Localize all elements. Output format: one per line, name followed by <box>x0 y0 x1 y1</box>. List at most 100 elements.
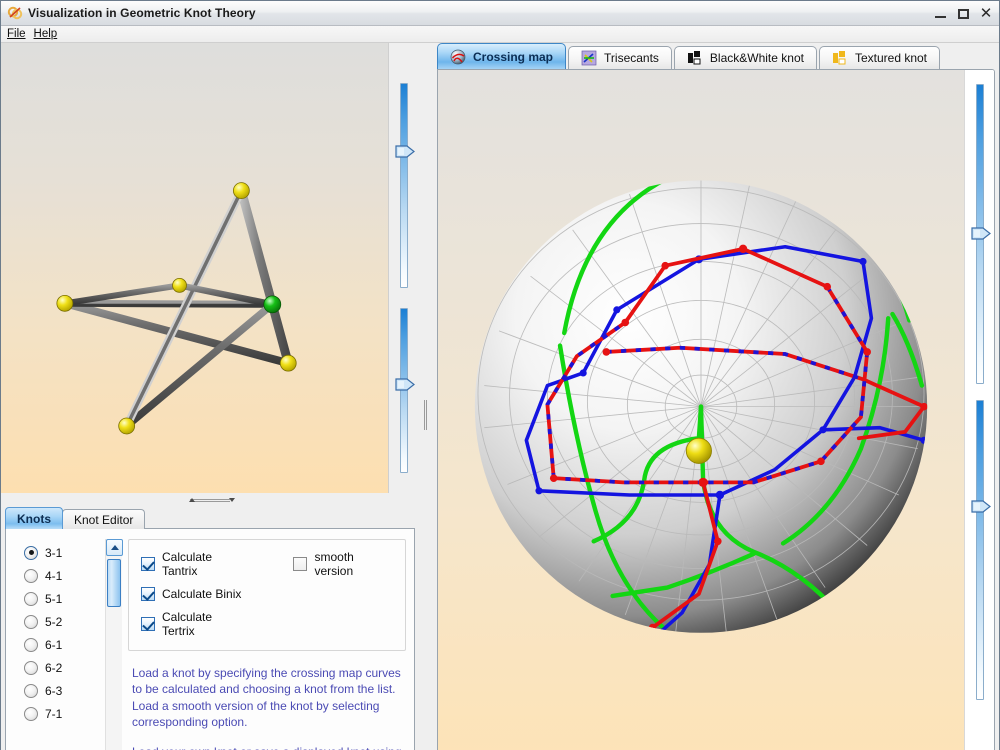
knot-icon <box>7 5 23 21</box>
application-window: Visualization in Geometric Knot Theory ✕… <box>0 0 1000 750</box>
tab-crossing-map[interactable]: Crossing map <box>437 43 567 69</box>
window-title: Visualization in Geometric Knot Theory <box>28 6 256 20</box>
menu-file[interactable]: File <box>3 27 30 41</box>
maximize-button[interactable] <box>956 7 970 21</box>
knot-option-7-1[interactable]: 7-1 <box>14 702 105 725</box>
right-slider-column <box>964 70 994 750</box>
radio-icon[interactable] <box>24 545 38 560</box>
scroll-up-button[interactable] <box>106 539 123 556</box>
3d-knot-viewport[interactable]: www.softpedia.com <box>1 43 389 493</box>
help-paragraph-2: Load your own knot or save a displayed k… <box>132 744 402 750</box>
chevron-up-icon <box>110 545 119 550</box>
slider-thumb[interactable] <box>395 145 415 158</box>
knot-list[interactable]: 3-1 4-1 5-1 5-2 6-1 6-2 6-3 7-1 <box>14 539 105 750</box>
crossing-map-viewport[interactable] <box>438 70 964 750</box>
tab-knots[interactable]: Knots <box>5 507 63 529</box>
right-column: Crossing map Trisecants Black&White knot… <box>431 43 999 750</box>
knot-option-6-2[interactable]: 6-2 <box>14 656 105 679</box>
slider-thumb[interactable] <box>970 227 991 240</box>
tab-knot-editor[interactable]: Knot Editor <box>62 509 146 529</box>
trisecants-icon <box>581 50 597 66</box>
knot-vertex <box>279 354 297 372</box>
calculation-checkbox-list: Calculate Tantrix Calculate Binix Calcul… <box>141 550 247 638</box>
checkbox-icon[interactable] <box>141 617 155 631</box>
radio-icon[interactable] <box>24 568 38 583</box>
checkbox-label: smooth version <box>314 550 354 578</box>
knot-list-container: 3-1 4-1 5-1 5-2 6-1 6-2 6-3 7-1 <box>14 539 123 750</box>
scrollbar-thumb[interactable] <box>107 559 121 607</box>
menu-help[interactable]: Help <box>30 27 62 41</box>
knot-option-label: 3-1 <box>45 545 63 560</box>
radio-icon[interactable] <box>24 637 38 652</box>
slider-thumb[interactable] <box>970 500 991 513</box>
sphere-slider-bottom[interactable] <box>965 400 995 700</box>
menu-file-label: File <box>7 28 26 40</box>
radio-icon[interactable] <box>24 614 38 629</box>
tab-textured-knot[interactable]: Textured knot <box>818 46 941 69</box>
slider-track <box>400 83 408 288</box>
knot-option-label: 5-1 <box>45 591 63 606</box>
tab-blackwhite-knot-label: Black&White knot <box>709 51 804 65</box>
knot-option-label: 6-2 <box>45 660 63 675</box>
crossing-map-icon <box>450 49 466 65</box>
smooth-option-column: smooth version <box>293 550 393 638</box>
view-tabstrip: Crossing map Trisecants Black&White knot… <box>431 43 999 69</box>
minimize-button[interactable] <box>933 7 947 21</box>
checkbox-smooth-version[interactable]: smooth version <box>293 550 393 578</box>
sphere-slider-top[interactable] <box>965 84 995 384</box>
blackwhite-knot-icon <box>687 50 703 66</box>
checkbox-calculate-tantrix[interactable]: Calculate Tantrix <box>141 550 247 578</box>
knot-option-label: 4-1 <box>45 568 63 583</box>
knots-tab-body: 3-1 4-1 5-1 5-2 6-1 6-2 6-3 7-1 Calculat… <box>5 528 415 750</box>
collapse-down-icon[interactable] <box>229 498 235 502</box>
tab-trisecants[interactable]: Trisecants <box>568 46 672 69</box>
knot-option-4-1[interactable]: 4-1 <box>14 564 105 587</box>
help-paragraph-1: Load a knot by specifying the crossing m… <box>132 666 401 730</box>
knot-vertex <box>56 294 74 312</box>
knot-option-label: 6-3 <box>45 683 63 698</box>
radio-icon[interactable] <box>24 706 38 721</box>
checkbox-calculate-tertrix[interactable]: Calculate Tertrix <box>141 610 247 638</box>
close-icon[interactable]: ✕ <box>979 6 993 21</box>
tab-trisecants-label: Trisecants <box>604 51 659 65</box>
knot-option-5-1[interactable]: 5-1 <box>14 587 105 610</box>
main-body: www.softpedia.com <box>1 43 999 750</box>
checkbox-icon[interactable] <box>141 587 155 601</box>
knot-option-3-1[interactable]: 3-1 <box>14 541 105 564</box>
knot-option-5-2[interactable]: 5-2 <box>14 610 105 633</box>
knot-option-label: 6-1 <box>45 637 63 652</box>
radio-icon[interactable] <box>24 591 38 606</box>
tab-knot-editor-label: Knot Editor <box>74 512 134 527</box>
checkbox-label: Calculate Binix <box>162 587 242 601</box>
knot-option-6-1[interactable]: 6-1 <box>14 633 105 656</box>
knot-vertex-selected <box>263 295 282 314</box>
knot-option-6-3[interactable]: 6-3 <box>14 679 105 702</box>
options-column: Calculate Tantrix Calculate Binix Calcul… <box>128 539 406 750</box>
splitter-grip <box>423 400 427 431</box>
calculation-options-group: Calculate Tantrix Calculate Binix Calcul… <box>128 539 406 651</box>
checkbox-icon[interactable] <box>141 557 155 571</box>
knot-vertex <box>232 182 250 199</box>
center-vertex <box>685 437 712 464</box>
checkbox-icon[interactable] <box>293 557 308 571</box>
knots-tabstrip: Knots Knot Editor <box>5 507 415 529</box>
left-slider-column <box>389 43 419 493</box>
knot3d-slider-top[interactable] <box>389 83 419 288</box>
knot-vertex <box>118 417 136 435</box>
knot-list-scrollbar[interactable] <box>105 539 123 750</box>
menu-bar: File Help <box>1 26 999 43</box>
slider-track <box>975 400 984 700</box>
collapse-up-icon[interactable] <box>189 498 195 502</box>
horizontal-splitter[interactable] <box>1 493 419 507</box>
knot3d-slider-bottom[interactable] <box>389 308 419 473</box>
radio-icon[interactable] <box>24 660 38 675</box>
slider-thumb[interactable] <box>395 378 415 391</box>
knot-option-label: 5-2 <box>45 614 63 629</box>
splitter-grip <box>190 498 230 502</box>
tab-blackwhite-knot[interactable]: Black&White knot <box>673 46 817 69</box>
vertical-splitter[interactable] <box>419 43 431 750</box>
tab-knots-label: Knots <box>17 511 51 526</box>
checkbox-calculate-binix[interactable]: Calculate Binix <box>141 587 247 601</box>
help-text: Load a knot by specifying the crossing m… <box>132 665 402 750</box>
radio-icon[interactable] <box>24 683 38 698</box>
